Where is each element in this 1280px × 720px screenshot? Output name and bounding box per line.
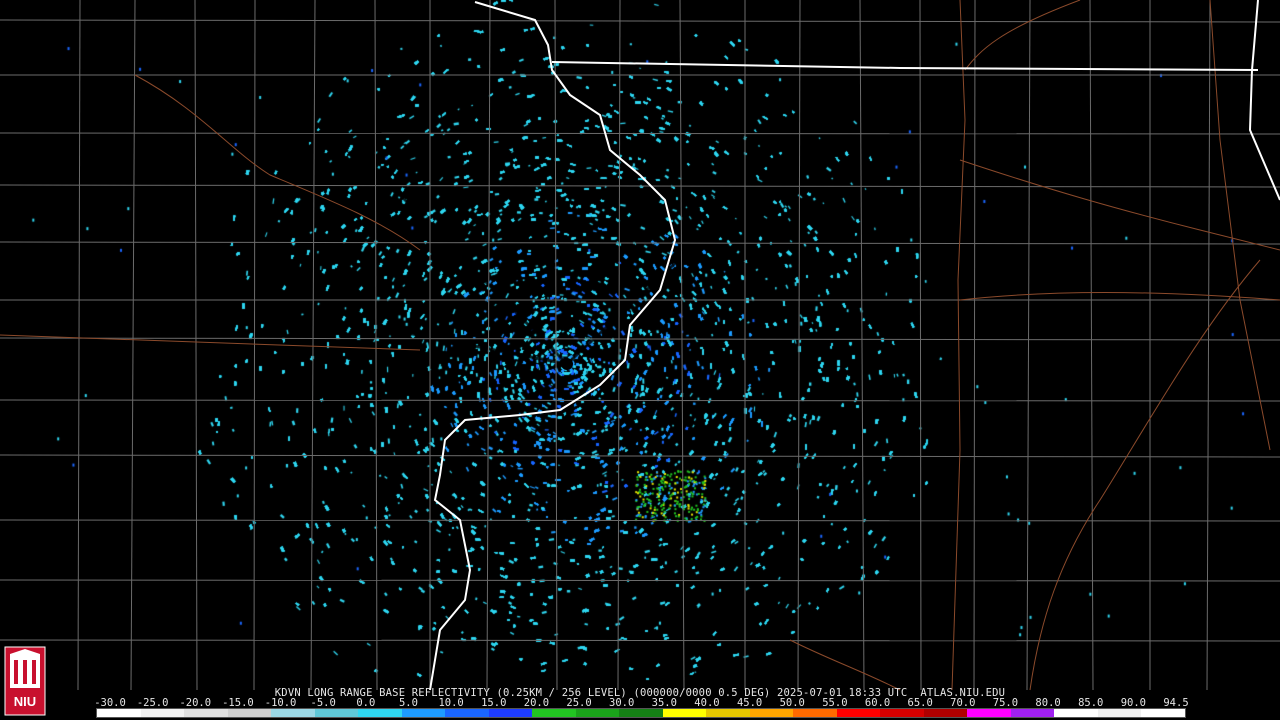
highway: [964, 0, 1081, 71]
colorbar-segment: [227, 709, 272, 717]
reflectivity-colorbar: [96, 708, 1186, 718]
county-line: [0, 337, 1280, 341]
highway: [959, 292, 1280, 301]
county-line: [0, 519, 1280, 522]
county-line: [0, 639, 1280, 642]
county-line: [1026, 0, 1031, 691]
county-line: [0, 241, 1280, 245]
colorbar-segment: [836, 709, 881, 717]
county-line: [374, 0, 378, 691]
colorbar-segment: [662, 709, 707, 717]
county-line: [130, 0, 136, 691]
colorbar-segment: [358, 709, 402, 717]
colorbar-segment: [923, 709, 968, 717]
highway: [0, 334, 421, 351]
highway: [789, 639, 901, 691]
county-line: [310, 0, 316, 691]
colorbar-segment: [445, 709, 489, 717]
county-line: [77, 0, 81, 691]
colorbar-segment: [1010, 709, 1055, 717]
county-line: [859, 0, 865, 691]
map-overlay: [0, 0, 1280, 691]
colorbar-segment: [706, 709, 750, 717]
colorbar-segment: [1097, 709, 1142, 717]
colorbar-segment: [880, 709, 924, 717]
radar-site-marker: [561, 358, 573, 370]
colorbar-segment: [532, 709, 576, 717]
state-boundaries: [429, 0, 1280, 691]
colorbar-segment: [488, 709, 533, 717]
colorbar-segment: [97, 709, 141, 717]
county-line: [1089, 0, 1094, 691]
colorbar-segment: [314, 709, 359, 717]
colorbar-segment: [619, 709, 663, 717]
colorbar-segment: [793, 709, 837, 717]
colorbar-segment: [749, 709, 794, 717]
county-line: [0, 399, 1280, 402]
state-line-mississippi: [429, 1, 677, 691]
county-line: [194, 0, 198, 691]
county-line: [253, 0, 256, 691]
county-line: [1206, 0, 1211, 691]
highway: [1209, 0, 1271, 451]
highway: [1029, 259, 1261, 691]
county-line: [919, 0, 922, 691]
county-line: [617, 0, 621, 691]
colorbar-segment: [184, 709, 228, 717]
colorbar-segment: [575, 709, 620, 717]
county-line: [554, 0, 558, 691]
highway-lines: [0, 0, 1280, 691]
county-boundaries: [0, 0, 1280, 691]
colorbar-segment: [967, 709, 1011, 717]
county-line: [797, 0, 801, 691]
county-line: [0, 19, 1280, 23]
county-line: [0, 454, 1280, 458]
colorbar-segment: [1141, 709, 1185, 717]
highway: [951, 0, 966, 691]
colorbar-segment: [140, 709, 185, 717]
county-line: [0, 579, 1280, 582]
county-line: [679, 0, 685, 691]
colorbar-segment: [271, 709, 315, 717]
county-line: [486, 0, 491, 691]
state-line-mn-ia: [551, 61, 1259, 71]
county-line: [973, 0, 976, 691]
highway: [134, 74, 421, 251]
county-line: [0, 132, 1280, 135]
state-line-east: [1248, 0, 1280, 201]
colorbar-segment: [401, 709, 446, 717]
colorbar-segment: [1054, 709, 1098, 717]
county-line: [0, 184, 1280, 188]
